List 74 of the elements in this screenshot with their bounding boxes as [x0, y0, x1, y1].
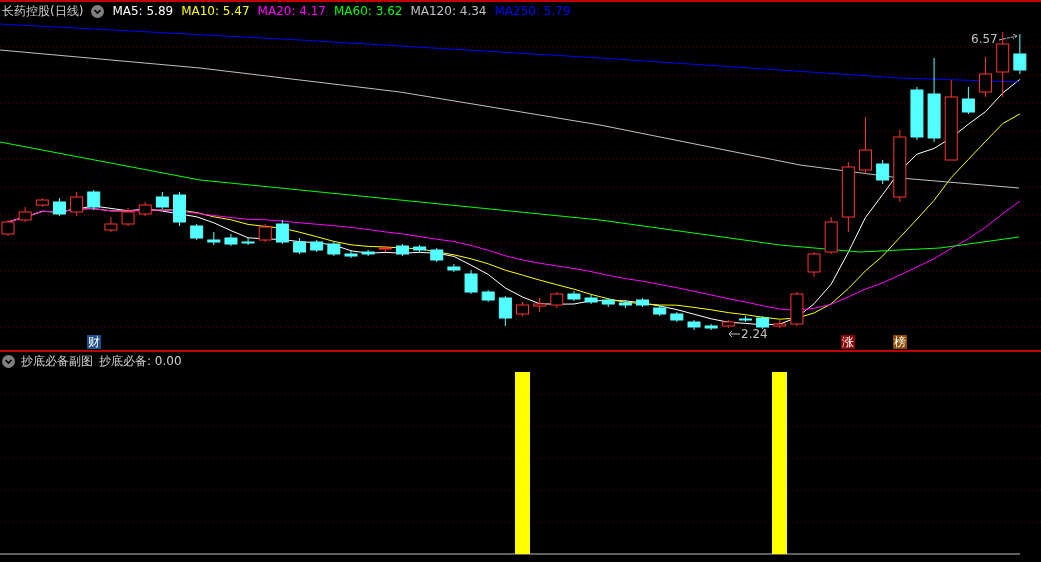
candlestick	[413, 244, 427, 253]
moving-average-value: MA5: 5.89	[112, 4, 174, 18]
indicator-value: 抄底必备: 0.00	[99, 352, 182, 370]
candlestick	[173, 191, 186, 227]
candlestick	[498, 295, 512, 327]
candlestick	[567, 290, 581, 302]
candlestick	[207, 231, 221, 246]
candlestick	[52, 197, 66, 217]
candlestick	[121, 207, 135, 227]
moving-average-value: MA20: 4.17	[257, 4, 326, 18]
candlestick	[687, 319, 701, 331]
candlestick	[138, 201, 152, 217]
candlestick	[876, 159, 890, 185]
candlestick	[224, 233, 238, 247]
dropdown-icon[interactable]	[91, 4, 105, 18]
candlestick	[35, 197, 49, 208]
candlestick	[361, 249, 375, 257]
event-marker[interactable]: 涨	[841, 335, 855, 349]
arrow-icon	[999, 34, 1019, 42]
panel-title: 抄底必备副图	[21, 352, 93, 370]
event-marker[interactable]: 财	[87, 335, 101, 349]
candlestick	[790, 291, 804, 327]
candlestick	[721, 319, 735, 329]
candlestick	[275, 219, 289, 245]
candlestick	[155, 191, 169, 210]
candlestick	[601, 297, 615, 308]
candlestick	[344, 249, 358, 259]
candlestick	[104, 216, 118, 233]
candlestick	[841, 161, 855, 233]
candlestick	[241, 237, 255, 246]
candlestick	[584, 294, 598, 305]
candlestick	[859, 116, 872, 175]
candlestick	[87, 189, 101, 211]
low-price-label: 2.24	[741, 327, 768, 341]
high-price-label: 6.57	[971, 32, 998, 46]
candlestick	[516, 301, 529, 317]
candlestick	[190, 223, 204, 241]
candlestick	[704, 323, 718, 331]
moving-average-value: MA60: 3.62	[334, 4, 403, 18]
candlestick	[481, 289, 495, 303]
chart-title: 长药控股(日线)	[2, 2, 84, 20]
candlestick	[961, 86, 975, 115]
candlestick	[738, 315, 752, 323]
candlestick	[293, 237, 307, 255]
candlestick	[910, 86, 924, 141]
candlestick	[618, 299, 632, 309]
candlestick	[70, 191, 84, 217]
candlestick	[430, 247, 444, 263]
candlestick	[533, 297, 547, 313]
dropdown-icon[interactable]	[2, 354, 15, 368]
arrow-icon	[728, 330, 740, 338]
event-marker[interactable]: 榜	[893, 335, 907, 349]
candlestick	[756, 315, 770, 330]
candlestick	[670, 311, 684, 323]
candlestick	[807, 251, 821, 278]
candlestick	[550, 291, 564, 309]
candlestick	[258, 223, 272, 243]
candlestick	[1013, 33, 1027, 75]
candlestick	[996, 31, 1010, 98]
candlestick	[979, 56, 993, 98]
candlestick	[824, 216, 838, 255]
candlestick	[447, 263, 461, 273]
candlestick	[636, 297, 650, 308]
candlestick	[773, 319, 787, 329]
moving-average-value: MA10: 5.47	[181, 4, 250, 18]
candlestick	[395, 243, 409, 257]
candlestick	[310, 239, 324, 253]
candlestick	[653, 304, 667, 317]
candlestick	[378, 245, 392, 253]
moving-average-value: MA120: 4.34	[410, 4, 487, 18]
moving-average-value: MA250: 5.79	[494, 4, 571, 18]
candlestick	[327, 241, 341, 257]
candlestick	[18, 206, 32, 223]
candlestick	[464, 269, 478, 295]
